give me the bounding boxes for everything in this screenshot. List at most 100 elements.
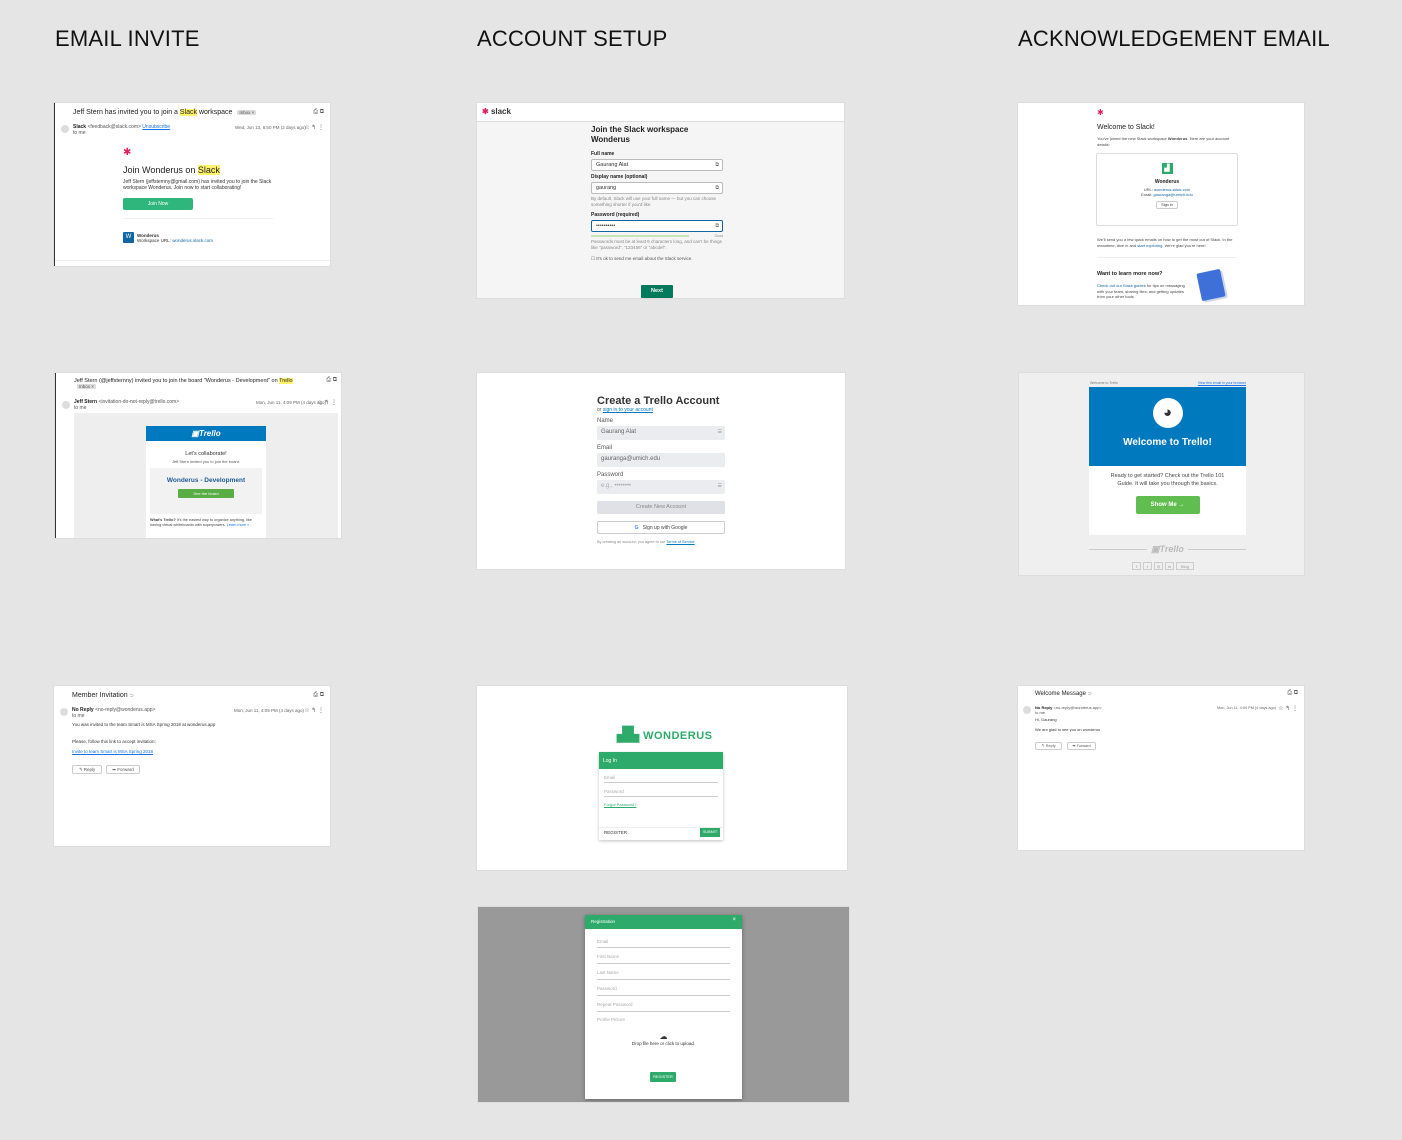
email-date: Wed, Jun 13, 6:50 PM (2 days ago) xyxy=(235,125,306,130)
reply-button[interactable]: ↰ Reply xyxy=(72,765,102,774)
star-reply-more-icons[interactable]: ☆ ↰ ⋮ xyxy=(317,399,337,406)
display-name-field[interactable]: gaurang ⧉ xyxy=(591,182,723,194)
sender-line: No Reply <no-reply@wonderus.app> to me xyxy=(72,707,156,719)
google-signup-button[interactable]: G Sign up with Google xyxy=(597,521,725,534)
password-label: Password (required) xyxy=(591,212,640,218)
forward-button[interactable]: ➥ Forward xyxy=(106,765,140,774)
see-board-button[interactable]: See the board xyxy=(178,489,234,498)
inbox-chip[interactable]: Inbox × xyxy=(237,109,257,115)
show-me-button[interactable]: Show Me → xyxy=(1135,496,1200,514)
wonderus-login: ▟▙ WONDERUS Log In Email Password Forgot… xyxy=(477,686,847,870)
welcome-text: Ready to get started? Check out the Trel… xyxy=(1110,473,1225,487)
dropzone-text: Drop file here or click to upload. xyxy=(631,1041,696,1046)
sign-in-button[interactable]: Sign in xyxy=(1156,201,1178,209)
submit-button[interactable]: SUBMIT xyxy=(700,828,720,837)
social-links: f t ◎ in Blog xyxy=(1132,562,1194,570)
account-email: Email: gauranga@umich.edu xyxy=(1141,192,1193,197)
workspace-icon: W xyxy=(123,232,134,243)
trello-logo: ▣Trello xyxy=(146,426,266,441)
blog-link[interactable]: Blog xyxy=(1176,562,1194,570)
full-name-field[interactable]: Gaurang Alat ⧉ xyxy=(591,159,723,171)
star-reply-more-icons[interactable]: ☆ ↰ ⋮ xyxy=(304,124,324,131)
top-left-text: Welcome to Trello xyxy=(1090,381,1118,385)
signin-link[interactable]: sign in to your account xyxy=(603,407,653,413)
welcome-title: Welcome to Slack! xyxy=(1097,124,1155,131)
book-illustration-icon xyxy=(1196,268,1226,302)
slack-setup-form: Join the Slack workspace Wonderus Full n… xyxy=(591,125,723,262)
slack-logo: ✱ slack xyxy=(482,107,511,116)
upload-cloud-icon: ☁ xyxy=(659,1032,668,1041)
start-exploring-link[interactable]: start exploring xyxy=(1137,243,1162,248)
create-account-button[interactable]: Create New Account xyxy=(597,501,725,514)
linkedin-icon[interactable]: in xyxy=(1165,562,1174,570)
welcome-intro: You've joined the new Slack workspace Wo… xyxy=(1097,136,1230,147)
workspace-icon: ▟ xyxy=(1161,163,1173,174)
field-icon: ⧉ xyxy=(715,162,719,168)
learn-more-link[interactable]: Learn more » xyxy=(227,523,250,527)
welcome-message-email: Welcome Message ⊃ ⎙ ⧉ No Reply <no-reply… xyxy=(1018,686,1304,850)
print-icon[interactable]: ⎙ ⧉ xyxy=(326,377,337,384)
trello-account-setup: Create a Trello Account or sign in to yo… xyxy=(477,373,845,569)
what-is-trello: What's Trello? It's the easiest way to o… xyxy=(150,518,252,527)
follow-link-text: Please, follow this link to accept invit… xyxy=(72,739,156,744)
reg-password-field[interactable]: Password xyxy=(597,980,730,996)
avatar xyxy=(1023,706,1031,714)
instagram-icon[interactable]: ◎ xyxy=(1154,562,1163,570)
join-now-button[interactable]: Join Now xyxy=(123,198,193,210)
password-label: Password xyxy=(597,472,624,478)
email-field[interactable]: Email xyxy=(604,769,718,783)
avatar xyxy=(60,708,68,716)
register-button[interactable]: REGISTER xyxy=(650,1072,676,1082)
signin-line: or sign in to your account xyxy=(597,407,653,413)
star-reply-more-icons[interactable]: ☆ ↰ ⋮ xyxy=(304,707,324,714)
register-link[interactable]: REGISTER xyxy=(604,830,627,835)
forgot-password-link[interactable]: Forgot Password? xyxy=(604,802,718,807)
terms-link[interactable]: Terms of Service xyxy=(666,540,694,544)
twitter-icon[interactable]: t xyxy=(1143,562,1152,570)
password-field[interactable]: e.g., •••••••• ☰ xyxy=(597,480,725,494)
next-button[interactable]: Next xyxy=(641,285,673,298)
close-icon[interactable]: × xyxy=(732,917,736,923)
trello-email-body: ▣Trello Let's collaborate! Jeff Stern in… xyxy=(74,413,338,538)
reply-button[interactable]: ↰ Reply xyxy=(1035,742,1062,750)
password-field[interactable]: •••••••••• ⧉ xyxy=(591,220,723,232)
accept-invite-link[interactable]: Invite to team Smart is MSA Spring 2018 xyxy=(72,749,153,754)
password-help: Passwords must be at least 6 characters … xyxy=(591,239,722,250)
slack-guides-link[interactable]: Check out our Slack guides xyxy=(1097,283,1146,288)
print-icon[interactable]: ⎙ ⧉ xyxy=(313,109,324,116)
email-date: Mon, Jun 11, 4:09 PM (4 days ago) xyxy=(1217,706,1277,710)
welcome-body: We are glad to see you on wonderus xyxy=(1035,727,1101,732)
star-reply-more-icons[interactable]: ☆ ↰ ⋮ xyxy=(1278,705,1298,712)
unsubscribe-link[interactable]: Unsubscribe xyxy=(142,124,170,130)
reg-repeat-password-field[interactable]: Repeat Password xyxy=(597,996,730,1012)
board-name: Wonderus - Development xyxy=(166,477,246,484)
banner-title: Welcome to Trello! xyxy=(1123,437,1212,448)
display-name-help: By default, Slack will use your full nam… xyxy=(591,196,717,207)
slack-logo-icon: ✱ xyxy=(1097,108,1104,117)
workspace-url-link[interactable]: wonderus.slack.com xyxy=(172,238,213,243)
inbox-chip[interactable]: Inbox × xyxy=(77,384,96,390)
column-title-account-setup: ACCOUNT SETUP xyxy=(477,26,668,51)
forward-button[interactable]: ➥ Forward xyxy=(1067,742,1096,750)
email-field[interactable]: gauranga@umich.edu xyxy=(597,453,725,467)
field-icon: ☰ xyxy=(717,429,722,435)
column-title-email-invite: EMAIL INVITE xyxy=(55,26,200,51)
member-invitation-email: Member Invitation ⊃ ⎙ ⧉ No Reply <no-rep… xyxy=(54,686,330,846)
print-icon[interactable]: ⎙ ⧉ xyxy=(313,692,324,699)
google-icon: G xyxy=(634,525,639,531)
password-field[interactable]: Password xyxy=(604,783,718,797)
file-dropzone[interactable]: ☁ Drop file here or click to upload. xyxy=(597,1032,730,1062)
avatar xyxy=(61,125,69,133)
field-icon: ☰ xyxy=(717,483,722,489)
reg-last-name-field[interactable]: Last Name xyxy=(597,964,730,980)
avatar xyxy=(62,401,70,409)
reg-first-name-field[interactable]: First Name xyxy=(597,948,730,964)
reg-email-field[interactable]: Email xyxy=(597,933,730,948)
sender-line: Jeff Stern <invitation-do-not-reply@trel… xyxy=(74,399,180,411)
slack-invite-email: Jeff Stern has invited you to join a Sla… xyxy=(54,103,330,266)
email-consent-checkbox[interactable]: ☐ It's ok to send me email about the Sla… xyxy=(591,256,723,262)
name-field[interactable]: Gaurang Alat ☰ xyxy=(597,426,725,440)
view-in-browser-link[interactable]: View this email in your browser xyxy=(1198,381,1246,385)
facebook-icon[interactable]: f xyxy=(1132,562,1141,570)
print-icon[interactable]: ⎙ ⧉ xyxy=(1287,690,1298,697)
